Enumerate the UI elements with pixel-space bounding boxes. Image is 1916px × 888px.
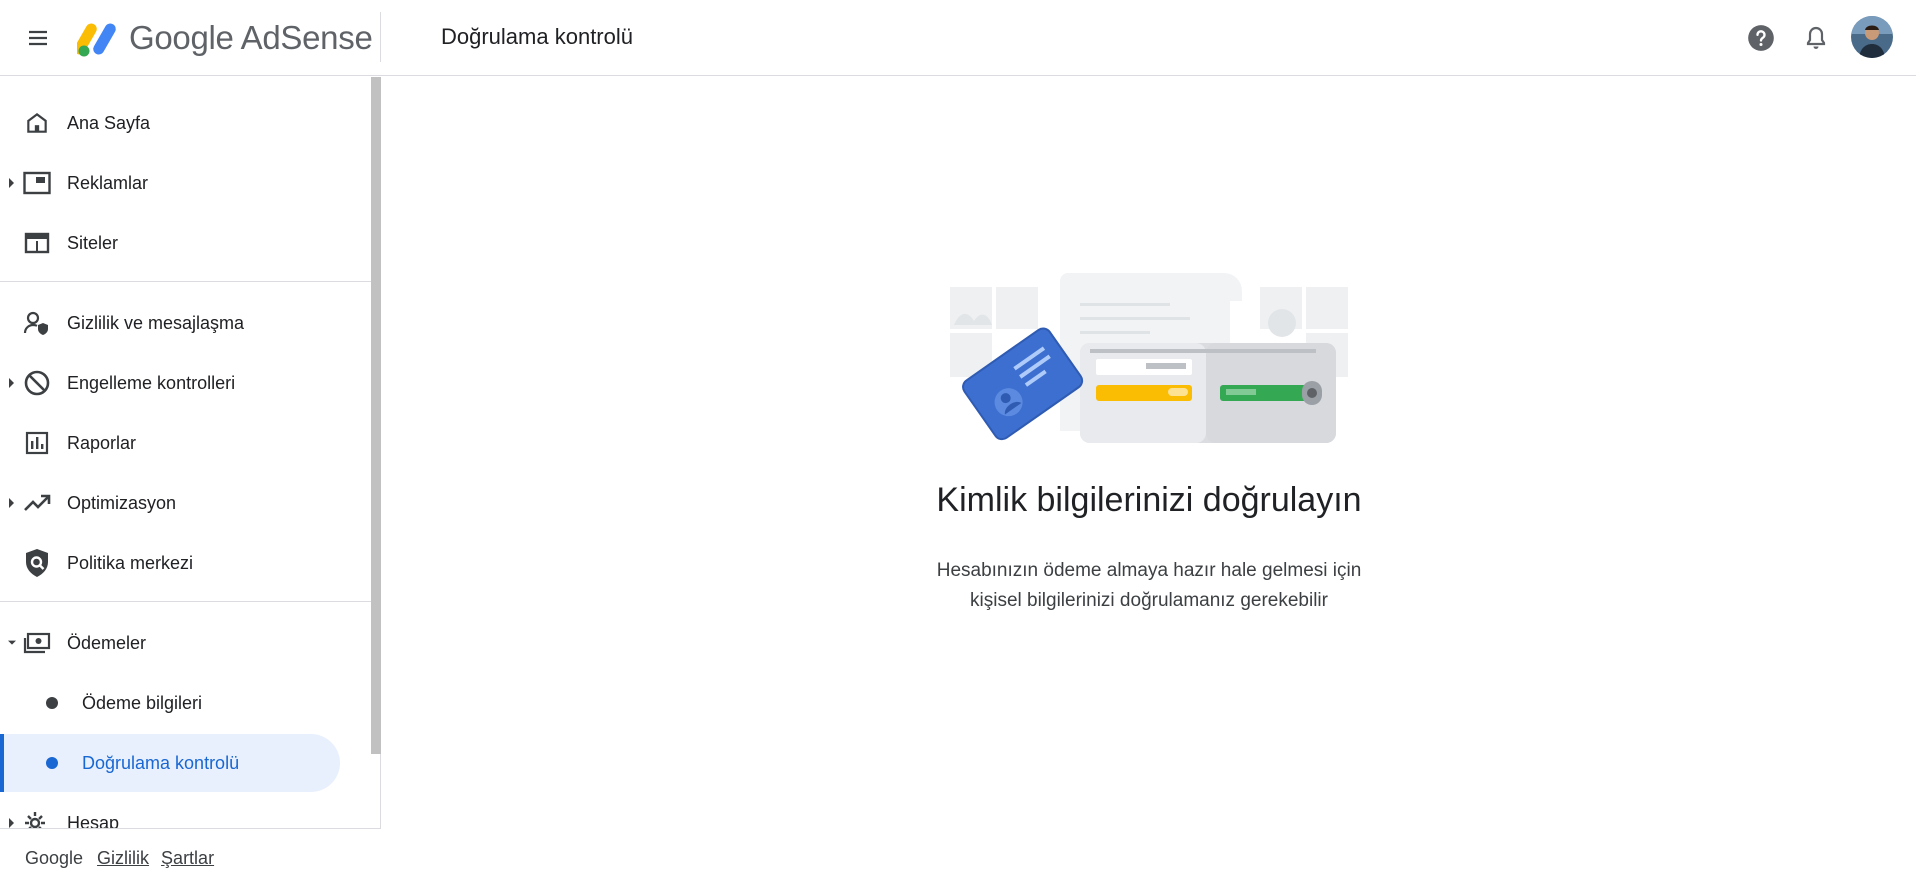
account-avatar[interactable]: [1851, 16, 1893, 58]
privacy-icon: [22, 308, 52, 338]
home-icon: [22, 108, 52, 138]
sidebar-item-ads[interactable]: Reklamlar: [0, 154, 340, 212]
sidebar-scrollbar[interactable]: [371, 77, 381, 754]
notifications-button[interactable]: [1794, 16, 1838, 60]
sidebar-item-payments[interactable]: Ödemeler: [0, 614, 340, 672]
sidebar-nav: Ana Sayfa Reklamlar Siteler Gizlilik ve …: [0, 77, 381, 888]
sidebar-item-sites[interactable]: Siteler: [0, 214, 340, 272]
sidebar-subitem-verification[interactable]: Doğrulama kontrolü: [0, 734, 340, 792]
sidebar-subitem-label: Ödeme bilgileri: [82, 692, 203, 713]
sidebar-subitem-label: Doğrulama kontrolü: [82, 752, 240, 773]
bullet-icon: [46, 757, 58, 769]
identity-verification-illustration: [950, 273, 1348, 443]
footer-google: Google: [25, 848, 84, 868]
adsense-logo[interactable]: Google AdSense: [77, 14, 373, 62]
description-line-2: kişisel bilgilerinizi doğrulamanız gerek…: [970, 590, 1328, 611]
app-name: Google AdSense: [129, 19, 373, 56]
help-button[interactable]: [1739, 16, 1783, 60]
sidebar-item-label: Optimizasyon: [67, 492, 177, 513]
expand-arrow-icon: [8, 377, 16, 389]
notifications-icon: [1806, 26, 1826, 49]
reports-icon: [22, 428, 52, 458]
avatar-image: [1851, 16, 1893, 58]
sidebar-item-label: Raporlar: [67, 432, 137, 453]
bullet-icon: [46, 697, 58, 709]
collapse-arrow-icon: [8, 637, 16, 649]
policy-icon: [22, 548, 52, 578]
sidebar-item-policy-center[interactable]: Politika merkezi: [0, 534, 340, 592]
sidebar-item-label: Gizlilik ve mesajlaşma: [67, 312, 245, 333]
adsense-logo-icon: [77, 23, 116, 57]
trending-icon: [22, 488, 52, 518]
header-divider: [380, 12, 381, 62]
sidebar-item-label: Engelleme kontrolleri: [67, 372, 236, 393]
description-line-1: Hesabınızın ödeme almaya hazır hale gelm…: [936, 560, 1362, 581]
top-app-bar: Google AdSense Doğrulama kontrolü: [0, 0, 1916, 76]
nav-divider: [0, 281, 371, 282]
expand-arrow-icon: [8, 497, 16, 509]
sidebar-item-reports[interactable]: Raporlar: [0, 414, 340, 472]
footer-privacy-link[interactable]: Gizlilik: [97, 848, 149, 869]
sidebar-subitem-payment-info[interactable]: Ödeme bilgileri: [0, 674, 340, 732]
sidebar-item-blocking[interactable]: Engelleme kontrolleri: [0, 354, 340, 412]
menu-icon: [29, 30, 47, 46]
sidebar-item-privacy[interactable]: Gizlilik ve mesajlaşma: [0, 294, 340, 352]
sidebar-item-label: Siteler: [67, 232, 119, 253]
sidebar-item-label: Reklamlar: [67, 172, 149, 193]
verification-description: Hesabınızın ödeme almaya hazır hale gelm…: [382, 556, 1916, 616]
payments-icon: [22, 628, 52, 658]
sidebar-item-home[interactable]: Ana Sayfa: [0, 94, 340, 152]
sidebar-item-label: Ödemeler: [67, 632, 147, 653]
nav-divider: [0, 601, 371, 602]
expand-arrow-icon: [8, 177, 16, 189]
menu-button[interactable]: [18, 18, 58, 58]
sidebar-footer: Google Gizlilik Şartlar: [0, 828, 381, 888]
page-title: Doğrulama kontrolü: [441, 24, 633, 49]
sidebar-item-label: Ana Sayfa: [67, 112, 151, 133]
verification-heading: Kimlik bilgilerinizi doğrulayın: [936, 481, 1362, 519]
block-icon: [22, 368, 52, 398]
ads-icon: [22, 168, 52, 198]
sidebar-item-label: Politika merkezi: [67, 552, 194, 573]
footer-terms-link[interactable]: Şartlar: [161, 848, 214, 869]
sidebar-item-optimization[interactable]: Optimizasyon: [0, 474, 340, 532]
sites-icon: [22, 228, 52, 258]
help-icon: [1748, 25, 1774, 51]
active-indicator: [0, 734, 4, 792]
